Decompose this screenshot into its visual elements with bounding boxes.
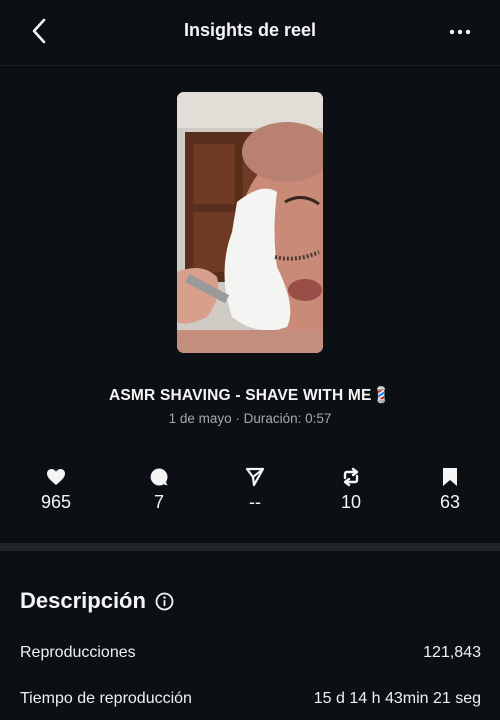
metric-row-watch-time: Tiempo de reproducción 15 d 14 h 43min 2… (20, 688, 481, 710)
reel-title: ASMR SHAVING - SHAVE WITH ME💈 (109, 387, 391, 404)
reposts-count: 10 (340, 492, 362, 512)
reel-thumbnail-image (177, 92, 323, 353)
reel-date-duration: 1 de mayo · Duración: 0:57 (168, 411, 332, 426)
info-button[interactable] (155, 592, 174, 611)
saves-count: 63 (439, 492, 461, 512)
description-heading: Descripción (20, 588, 146, 613)
repost-icon (343, 467, 359, 487)
metric-label: Reproducciones (20, 644, 136, 661)
shares-count: -- (249, 492, 261, 512)
bookmark-icon (443, 468, 457, 486)
top-bar: Insights de reel (0, 0, 500, 66)
reel-insights-screen: Insights de reel ASMR SHAVING - SHAVE WI… (0, 0, 500, 720)
metric-value: 121,843 (423, 644, 481, 661)
stat-reposts: 10 (311, 466, 391, 513)
heart-icon (47, 469, 65, 485)
info-icon (155, 592, 174, 610)
stat-shares: -- (215, 466, 295, 513)
section-divider (0, 543, 500, 551)
stat-comments: 7 (119, 466, 199, 513)
page-title: Insights de reel (183, 20, 317, 40)
share-icon (245, 467, 265, 487)
comments-count: 7 (153, 492, 164, 512)
comment-icon (150, 468, 168, 486)
description-section-title: Descripción (20, 588, 174, 614)
stat-saves: 63 (410, 466, 490, 513)
metric-row-plays: Reproducciones 121,843 (20, 642, 481, 664)
more-options-button[interactable] (446, 18, 474, 46)
stat-likes: 965 (16, 466, 96, 513)
likes-count: 965 (40, 492, 72, 512)
more-horizontal-icon (449, 29, 471, 35)
metric-value: 15 d 14 h 43min 21 seg (313, 690, 481, 707)
metric-label: Tiempo de reproducción (20, 690, 192, 707)
reel-thumbnail[interactable] (177, 92, 323, 353)
